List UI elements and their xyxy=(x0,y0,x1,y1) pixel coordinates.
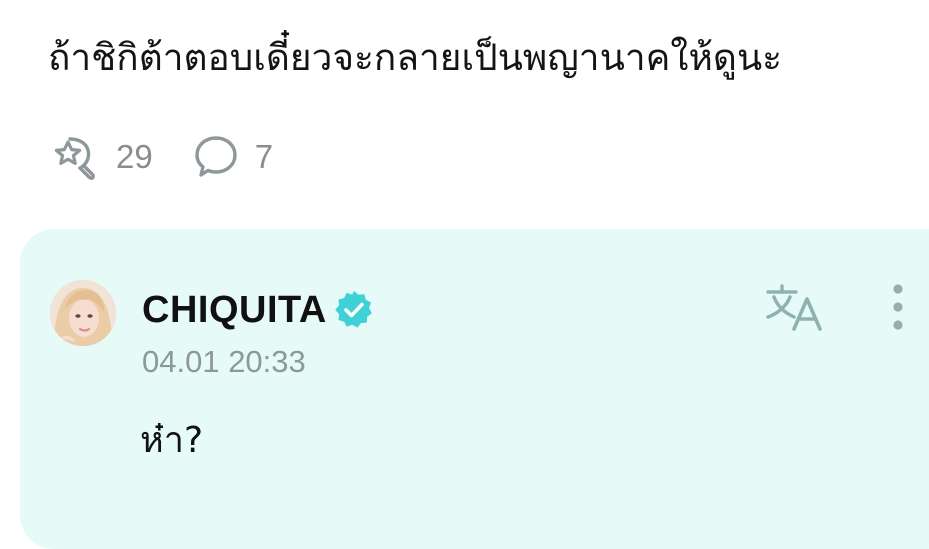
like-count: 29 xyxy=(116,138,153,175)
verified-badge-icon xyxy=(333,289,375,331)
speech-bubble-icon xyxy=(193,134,239,180)
more-vertical-icon xyxy=(884,284,912,339)
more-options-button[interactable] xyxy=(884,283,912,335)
star-bubble-icon xyxy=(48,133,100,181)
author-name[interactable]: CHIQUITA xyxy=(142,289,327,332)
comments-button[interactable]: 7 xyxy=(193,134,273,180)
comment-timestamp: 04.01 20:33 xyxy=(142,344,306,379)
like-button[interactable]: 29 xyxy=(48,133,153,181)
comment-text: ห๋า? xyxy=(140,420,204,461)
post-text: ถ้าชิกิต้าตอบเดี๋ยวจะกลายเป็นพญานาคให้ดู… xyxy=(48,36,783,79)
translate-button[interactable] xyxy=(764,283,828,333)
translate-icon xyxy=(764,284,828,337)
comment-count: 7 xyxy=(254,138,274,175)
avatar[interactable] xyxy=(50,280,116,346)
post-stats: 29 7 xyxy=(48,133,273,181)
comment-card xyxy=(20,229,929,549)
author-row: CHIQUITA xyxy=(142,285,375,335)
